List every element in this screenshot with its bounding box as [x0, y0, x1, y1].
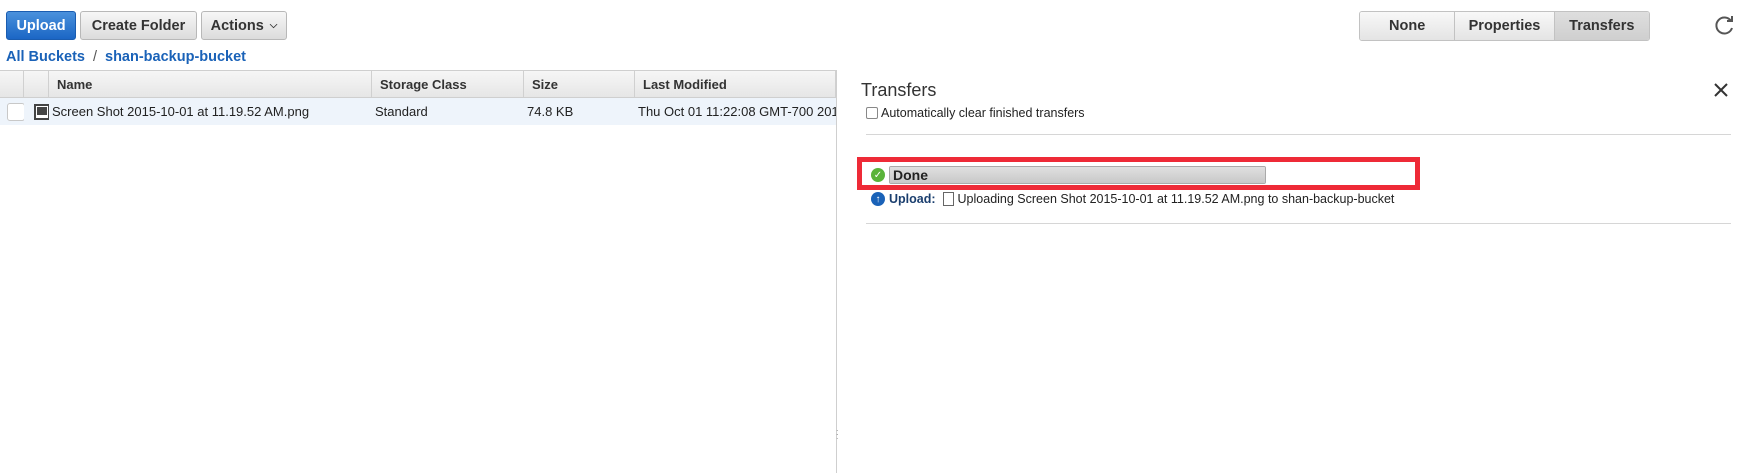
column-header-size[interactable]: Size [524, 71, 635, 97]
row-icon-cell [24, 103, 49, 120]
file-icon [942, 192, 954, 206]
view-properties-button[interactable]: Properties [1455, 12, 1555, 40]
auto-clear-label: Automatically clear finished transfers [881, 106, 1085, 120]
create-folder-button[interactable]: Create Folder [80, 11, 197, 40]
chevron-down-icon: ⌵ [269, 19, 278, 31]
table-row[interactable]: Screen Shot 2015-10-01 at 11.19.52 AM.pn… [0, 98, 836, 125]
row-select-cell [0, 102, 24, 121]
toolbar: Upload Create Folder Actions ⌵ [6, 11, 287, 40]
header-icon-cell [24, 71, 49, 97]
transfer-progress-bar: Done [889, 166, 1266, 184]
upload-button[interactable]: Upload [6, 11, 76, 40]
transfer-item-status: ✓ Done [871, 166, 1266, 184]
panel-divider[interactable] [836, 70, 837, 473]
divider-line [866, 134, 1731, 135]
view-none-button[interactable]: None [1360, 12, 1456, 40]
check-circle-icon: ✓ [871, 168, 885, 182]
actions-label: Actions [210, 17, 264, 34]
file-name[interactable]: Screen Shot 2015-10-01 at 11.19.52 AM.pn… [49, 104, 372, 119]
view-transfers-button[interactable]: Transfers [1554, 12, 1649, 40]
panel-view-toggle: None Properties Transfers [1359, 11, 1650, 41]
auto-clear-option[interactable]: Automatically clear finished transfers [866, 106, 1085, 120]
transfer-item-detail: ↑ Upload: Uploading Screen Shot 2015-10-… [871, 192, 1394, 206]
upload-arrow-icon: ↑ [871, 192, 885, 206]
last-modified: Thu Oct 01 11:22:08 GMT-700 2015 [638, 104, 836, 119]
column-header-storage-class[interactable]: Storage Class [372, 71, 524, 97]
divider-line [866, 223, 1731, 224]
transfers-panel-title: Transfers [861, 80, 937, 100]
breadcrumb-separator: / [92, 49, 98, 65]
transfer-status-label: Done [893, 167, 928, 183]
table-header: Name Storage Class Size Last Modified [0, 71, 836, 98]
object-table: Name Storage Class Size Last Modified Sc… [0, 70, 836, 473]
actions-dropdown-button[interactable]: Actions ⌵ [201, 11, 287, 40]
breadcrumb-all-buckets-link[interactable]: All Buckets [6, 49, 85, 65]
refresh-icon[interactable] [1713, 13, 1737, 37]
breadcrumb: All Buckets / shan-backup-bucket [6, 49, 246, 65]
breadcrumb-bucket-link[interactable]: shan-backup-bucket [105, 49, 246, 65]
resize-grip-icon[interactable]: :: [836, 428, 840, 446]
transfer-type-label: Upload: [889, 192, 936, 206]
row-checkbox[interactable] [7, 102, 24, 121]
image-file-icon [34, 103, 49, 120]
header-select-cell [0, 71, 24, 97]
column-header-name[interactable]: Name [49, 71, 372, 97]
column-header-last-modified[interactable]: Last Modified [635, 71, 836, 97]
file-size: 74.8 KB [527, 104, 574, 119]
auto-clear-checkbox[interactable] [866, 107, 878, 119]
storage-class: Standard [375, 104, 428, 119]
close-icon[interactable] [1711, 80, 1731, 100]
transfer-description: Uploading Screen Shot 2015-10-01 at 11.1… [957, 192, 1395, 206]
